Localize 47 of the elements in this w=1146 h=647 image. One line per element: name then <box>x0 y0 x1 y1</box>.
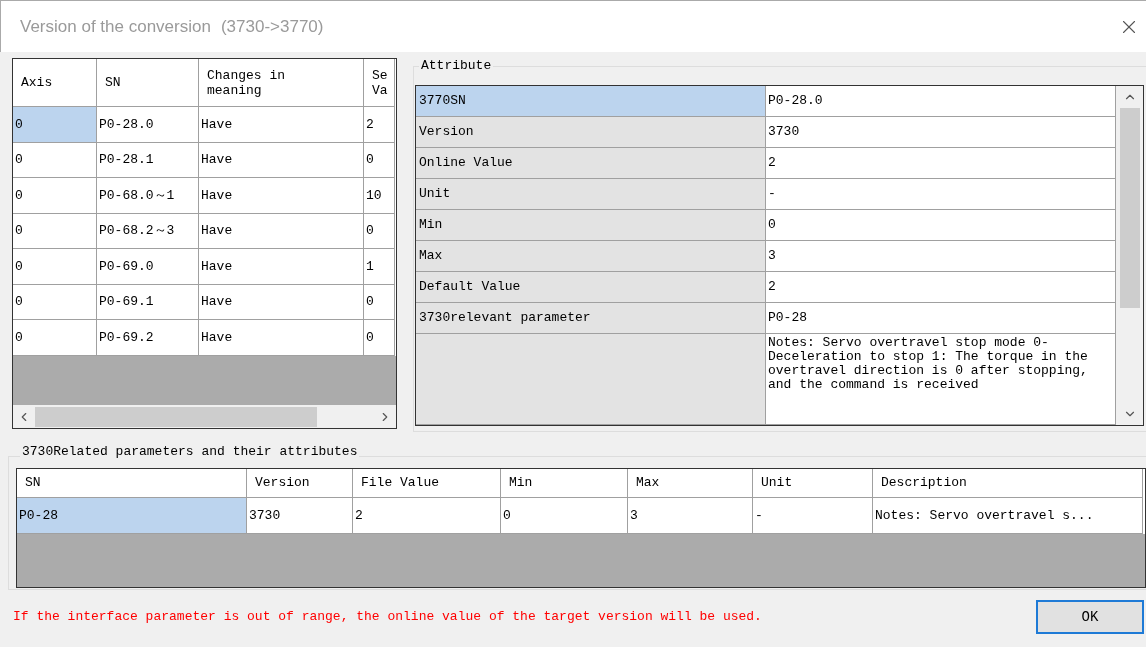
scrollbar-thumb[interactable] <box>1119 108 1140 308</box>
table-cell: Have <box>199 178 364 214</box>
table-cell: P0-28.0 <box>97 107 199 143</box>
property-name: 3730relevant parameter <box>416 303 766 334</box>
table-cell: 10 <box>364 178 395 214</box>
window-title: Version of the conversion <box>20 15 211 38</box>
property-value: 3 <box>766 241 1116 272</box>
property-name: Default Value <box>416 272 766 303</box>
table-cell: 0 <box>13 107 97 143</box>
table-cell: 2 <box>353 498 501 534</box>
table-cell: - <box>753 498 873 534</box>
warning-message: If the interface parameter is out of range, the online value of the target version will be used. <box>13 608 762 627</box>
property-name: Version <box>416 117 766 148</box>
table-cell: Have <box>199 249 364 285</box>
property-name: Min <box>416 210 766 241</box>
table-cell: P0-28 <box>17 498 247 534</box>
property-value: P0-28 <box>766 303 1116 334</box>
property-name: Online Value <box>416 148 766 179</box>
scrollbar-thumb[interactable] <box>35 406 317 427</box>
table-cell: P0-68.0～1 <box>97 178 199 214</box>
table-cell: Have <box>199 320 364 356</box>
property-name: 3770SN <box>416 86 766 117</box>
property-value: 3730 <box>766 117 1116 148</box>
table-cell: Have <box>199 107 364 143</box>
property-value: 2 <box>766 148 1116 179</box>
table-cell: 0 <box>501 498 628 534</box>
table-cell: 2 <box>364 107 395 143</box>
table-cell: 0 <box>13 249 97 285</box>
table-cell: 0 <box>13 178 97 214</box>
property-name: Unit <box>416 179 766 210</box>
table-cell: P0-69.2 <box>97 320 199 356</box>
table-cell: 1 <box>364 249 395 285</box>
table-cell: 0 <box>364 320 395 356</box>
table-cell: 0 <box>13 320 97 356</box>
table-cell: 3730 <box>247 498 353 534</box>
window-subtitle: (3730->3770) <box>220 15 324 38</box>
table-cell: 3 <box>628 498 753 534</box>
property-name: Max <box>416 241 766 272</box>
table-cell: P0-69.0 <box>97 249 199 285</box>
vertical-scrollbar[interactable] <box>1116 86 1143 425</box>
property-value: - <box>766 179 1116 210</box>
ok-button[interactable]: OK <box>1036 600 1144 634</box>
property-value: P0-28.0 <box>766 86 1116 117</box>
table-cell: Notes: Servo overtravel s... <box>873 498 1143 534</box>
property-value: 2 <box>766 272 1116 303</box>
property-value: 0 <box>766 210 1116 241</box>
horizontal-scrollbar[interactable] <box>13 405 396 428</box>
